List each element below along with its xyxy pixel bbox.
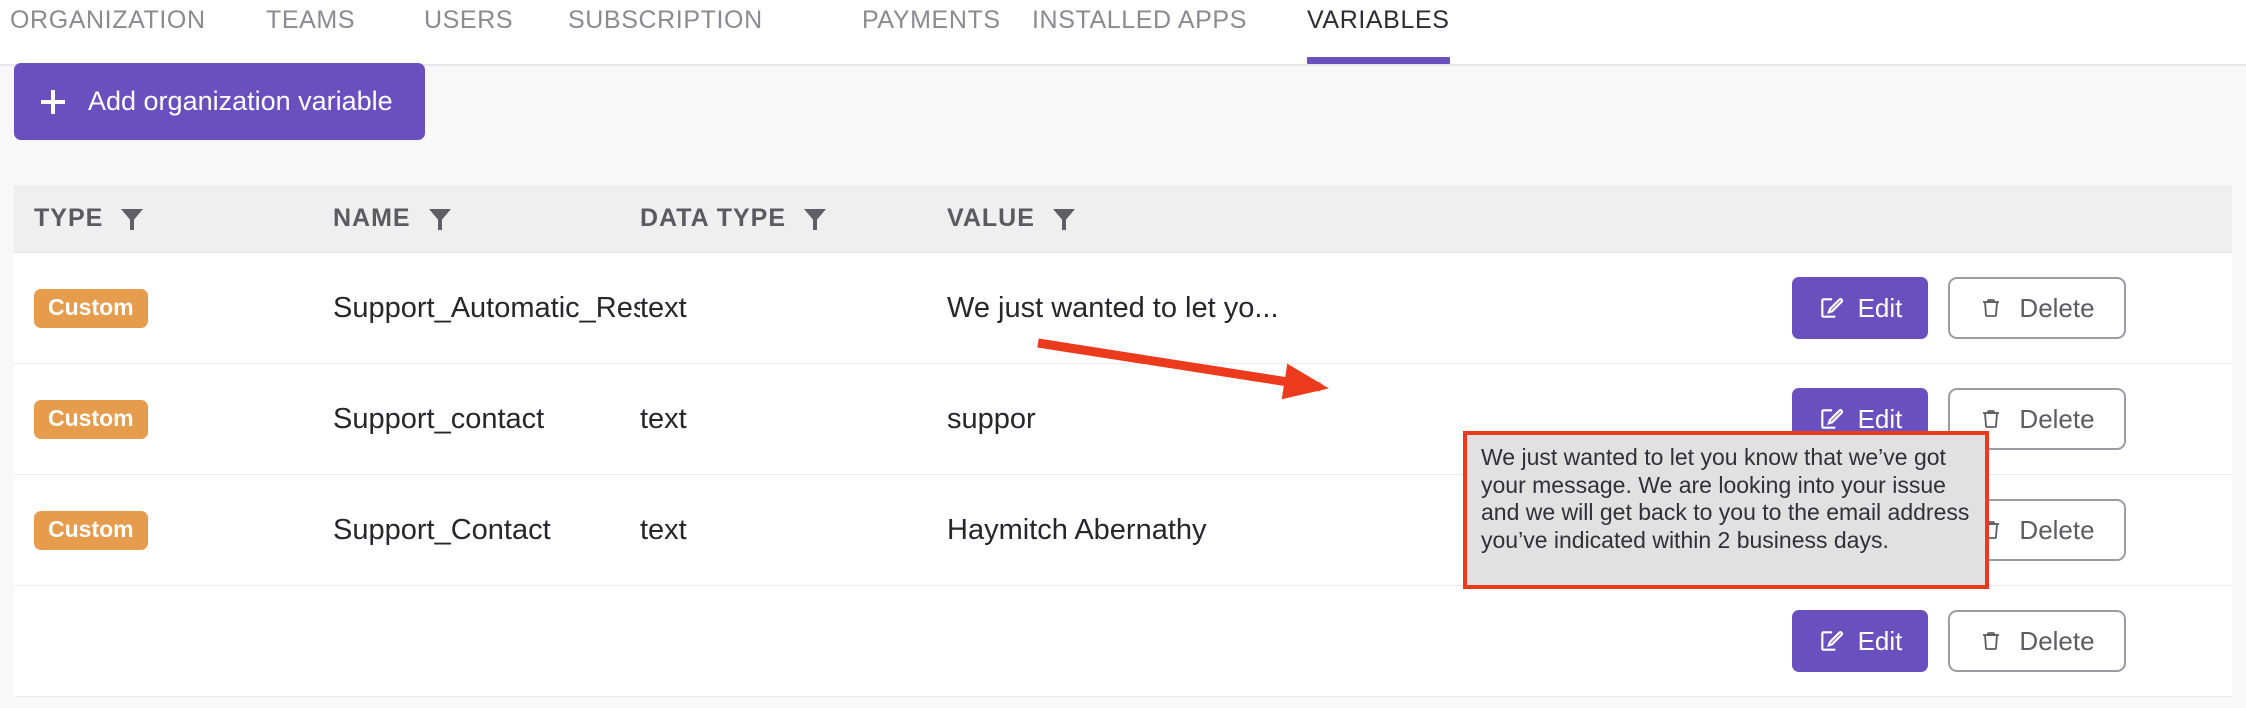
tab-label: USERS xyxy=(424,6,514,34)
tab-payments[interactable]: PAYMENTS xyxy=(862,6,1001,66)
add-organization-variable-button[interactable]: Add organization variable xyxy=(14,63,425,140)
tab-label: ORGANIZATION xyxy=(10,6,206,34)
edit-button[interactable]: Edit xyxy=(1792,610,1928,672)
funnel-icon-data-type[interactable] xyxy=(804,207,827,231)
cell-data-type: text xyxy=(640,291,687,324)
cell-name: Support_Automatic_Res... xyxy=(333,291,640,324)
delete-label: Delete xyxy=(2019,292,2095,323)
edit-button[interactable]: Edit xyxy=(1792,277,1928,339)
cell-type: Custom xyxy=(14,510,333,550)
pencil-square-icon xyxy=(1820,298,1843,318)
active-tab-indicator xyxy=(1307,57,1450,64)
column-header-name: NAME xyxy=(333,204,640,233)
cell-value: We just wanted to let yo... xyxy=(947,291,1279,324)
type-badge: Custom xyxy=(34,399,148,439)
table-row[interactable]: Edit Delete xyxy=(14,586,2232,697)
trash-icon xyxy=(1983,410,2000,428)
value-tooltip: We just wanted to let you know that we’v… xyxy=(1463,431,1989,589)
tab-variables[interactable]: VARIABLES xyxy=(1307,6,1450,66)
cell-data-type: text xyxy=(640,513,687,546)
trash-icon xyxy=(1983,299,2000,317)
cell-actions: Edit Delete xyxy=(1792,277,2232,339)
type-badge: Custom xyxy=(34,510,148,550)
trash-icon xyxy=(1983,632,2000,650)
funnel-icon-name[interactable] xyxy=(428,207,451,231)
column-header-value: VALUE xyxy=(947,204,1792,233)
column-header-type: TYPE xyxy=(14,204,333,233)
tab-label: VARIABLES xyxy=(1307,6,1450,34)
tab-label: TEAMS xyxy=(266,6,356,34)
pencil-square-icon xyxy=(1820,631,1843,651)
table-row[interactable]: Custom Support_Automatic_Res... text We … xyxy=(14,253,2232,364)
column-label: DATA TYPE xyxy=(640,204,787,232)
delete-label: Delete xyxy=(2019,514,2095,545)
plus-icon xyxy=(40,89,66,115)
tab-label: PAYMENTS xyxy=(862,6,1001,34)
cell-name: Support_contact xyxy=(333,402,545,435)
settings-tabbar: ORGANIZATION TEAMS USERS SUBSCRIPTION PA… xyxy=(0,0,2246,66)
cell-type: Custom xyxy=(14,288,333,328)
delete-label: Delete xyxy=(2019,403,2095,434)
column-header-data-type: DATA TYPE xyxy=(640,204,947,233)
type-badge: Custom xyxy=(34,288,148,328)
funnel-icon-type[interactable] xyxy=(121,207,144,231)
edit-label: Edit xyxy=(1857,625,1903,656)
tab-installed-apps[interactable]: INSTALLED APPS xyxy=(1032,6,1247,66)
column-label: VALUE xyxy=(947,204,1035,232)
tab-subscription[interactable]: SUBSCRIPTION xyxy=(568,6,763,66)
edit-label: Edit xyxy=(1857,292,1903,323)
tab-teams[interactable]: TEAMS xyxy=(266,6,355,66)
pencil-square-icon xyxy=(1820,409,1843,429)
delete-label: Delete xyxy=(2019,625,2095,656)
delete-button[interactable]: Delete xyxy=(1948,277,2126,339)
cell-type: Custom xyxy=(14,399,333,439)
cell-actions: Edit Delete xyxy=(1792,610,2232,672)
tab-label: SUBSCRIPTION xyxy=(568,6,763,34)
delete-button[interactable]: Delete xyxy=(1948,610,2126,672)
column-label: TYPE xyxy=(34,204,104,232)
edit-label: Edit xyxy=(1857,403,1903,434)
cell-name: Support_Contact xyxy=(333,513,551,546)
variables-page: ORGANIZATION TEAMS USERS SUBSCRIPTION PA… xyxy=(0,0,2246,708)
column-label: NAME xyxy=(333,204,411,232)
funnel-icon-value[interactable] xyxy=(1052,207,1075,231)
add-button-label: Add organization variable xyxy=(88,86,393,116)
cell-data-type: text xyxy=(640,402,687,435)
tab-organization[interactable]: ORGANIZATION xyxy=(10,6,206,66)
table-header-row: TYPE NAME DATA TYPE VALUE xyxy=(14,185,2232,253)
tab-label: INSTALLED APPS xyxy=(1032,6,1247,34)
tab-users[interactable]: USERS xyxy=(424,6,513,66)
